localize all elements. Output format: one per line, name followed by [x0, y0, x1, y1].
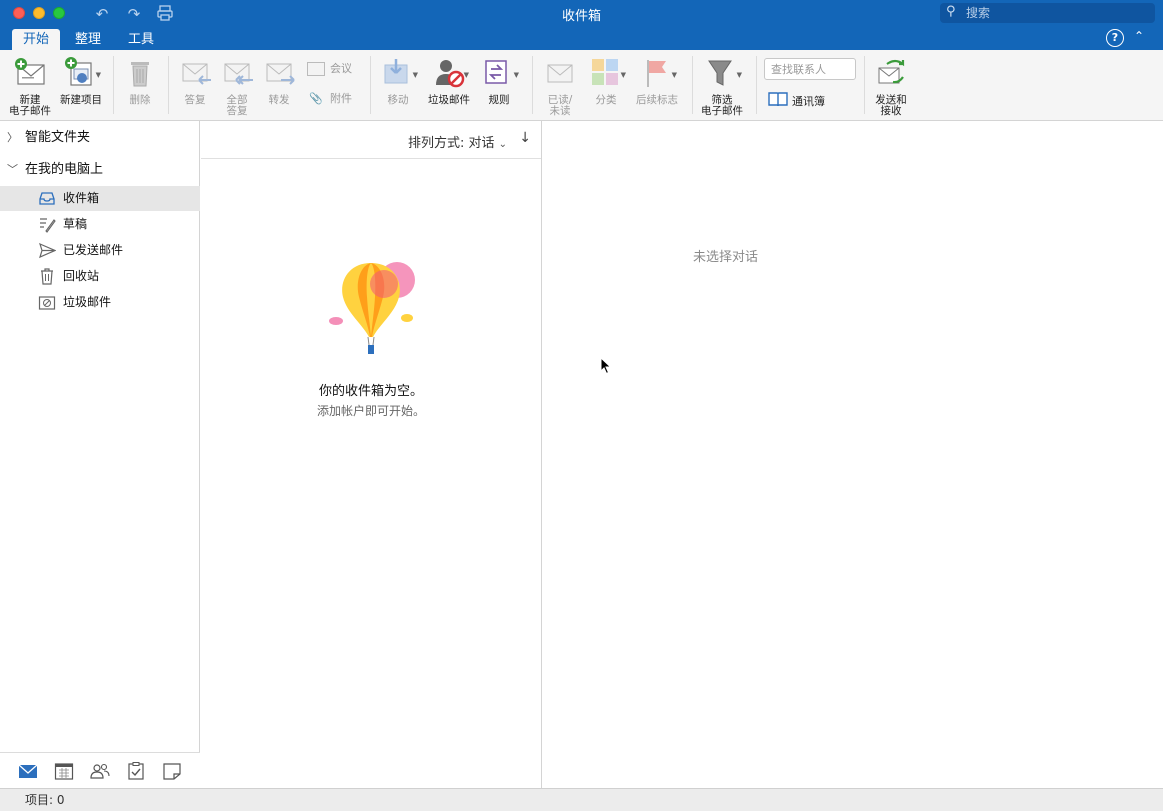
message-list: 排列方式: 对话 ⌄ ↓ 你的收件箱为空。 添加帐户即可开始。	[201, 121, 542, 788]
junk-folder-icon	[38, 294, 56, 311]
no-conversation-selected: 未选择对话	[692, 250, 758, 265]
reply-all-button[interactable]: 全部 答复	[217, 50, 257, 120]
drafts-icon	[38, 216, 56, 233]
categorize-icon: ▼	[588, 55, 626, 91]
paperclip-icon: 📎	[309, 92, 323, 105]
title-bar: ↶ ↷ 收件箱 ⚲	[0, 0, 1163, 27]
meeting-icon	[307, 62, 325, 76]
delete-button[interactable]: 删除	[120, 50, 160, 120]
collapse-ribbon-icon[interactable]: ⌃	[1134, 29, 1144, 43]
forward-icon	[261, 55, 297, 91]
people-icon[interactable]	[90, 762, 110, 780]
send-receive-icon	[873, 55, 909, 91]
chevron-down-icon[interactable]: ﹀	[7, 156, 18, 184]
address-book-icon	[768, 91, 788, 113]
ribbon-separator	[756, 56, 757, 114]
ribbon-separator	[532, 56, 533, 114]
address-book-button[interactable]: 通讯簿	[768, 91, 825, 109]
move-button[interactable]: ▼ 移动	[376, 50, 420, 120]
sort-direction-button[interactable]: ↓	[519, 130, 531, 146]
search-input[interactable]	[966, 5, 1146, 21]
move-icon: ▼	[380, 55, 418, 91]
smart-folders-group[interactable]: 〉 智能文件夹	[0, 124, 200, 152]
calendar-icon[interactable]	[54, 762, 74, 780]
help-icon[interactable]: ?	[1106, 29, 1124, 47]
ribbon-separator	[113, 56, 114, 114]
envelope-icon	[542, 55, 578, 91]
sent-icon	[38, 242, 57, 259]
flag-icon: ▼	[639, 55, 677, 91]
rules-icon: ▼	[481, 55, 519, 91]
ribbon-separator	[370, 56, 371, 114]
attachment-button[interactable]: 📎 附件	[307, 90, 352, 108]
module-switcher	[0, 752, 200, 788]
tab-organize[interactable]: 整理	[64, 29, 112, 50]
empty-inbox-title: 你的收件箱为空。	[318, 384, 423, 399]
item-count: 项目: 0	[25, 793, 65, 807]
find-contact-input[interactable]	[764, 58, 856, 80]
filter-funnel-icon: ▼	[704, 55, 742, 91]
new-email-button[interactable]: 新建 电子邮件	[6, 50, 54, 120]
new-item-icon: ▼	[63, 55, 101, 91]
meeting-button[interactable]: 会议	[307, 60, 352, 78]
reading-pane: 未选择对话	[543, 121, 1163, 788]
folder-sent[interactable]: 已发送邮件	[0, 238, 200, 263]
reply-all-icon	[219, 55, 255, 91]
follow-up-button[interactable]: ▼ 后续标志	[632, 50, 682, 120]
folder-junk[interactable]: 垃圾邮件	[0, 290, 200, 315]
trash-icon	[38, 268, 56, 285]
reply-icon	[177, 55, 213, 91]
ribbon-separator	[864, 56, 865, 114]
search-icon: ⚲	[946, 4, 956, 19]
junk-icon: ▼	[431, 55, 469, 91]
empty-inbox-subtitle: 添加帐户即可开始。	[316, 404, 425, 418]
new-email-icon	[12, 55, 48, 91]
mouse-cursor-icon	[600, 356, 612, 378]
sort-bar: 排列方式: 对话 ⌄ ↓	[201, 121, 541, 159]
categorize-button[interactable]: ▼ 分类	[585, 50, 627, 120]
reply-button[interactable]: 答复	[175, 50, 215, 120]
on-my-computer-group[interactable]: ﹀ 在我的电脑上	[0, 156, 200, 184]
trash-icon	[122, 55, 158, 91]
sort-by-dropdown[interactable]: 排列方式: 对话 ⌄	[408, 132, 507, 151]
ribbon-separator	[168, 56, 169, 114]
hot-air-balloon-illustration	[321, 253, 421, 363]
ribbon-separator	[692, 56, 693, 114]
forward-button[interactable]: 转发	[259, 50, 299, 120]
send-receive-button[interactable]: 发送和 接收	[868, 50, 914, 120]
folder-trash[interactable]: 回收站	[0, 264, 200, 289]
chevron-right-icon[interactable]: 〉	[7, 124, 18, 152]
filter-email-button[interactable]: ▼ 筛选 电子邮件	[698, 50, 746, 120]
folder-pane: 〉 智能文件夹 ﹀ 在我的电脑上 收件箱 草稿 已发送邮件 回收站 垃圾邮件	[0, 121, 200, 788]
mail-icon[interactable]	[18, 762, 38, 780]
junk-button[interactable]: ▼ 垃圾邮件	[424, 50, 474, 120]
search-box[interactable]: ⚲	[940, 3, 1155, 23]
ribbon-tab-bar: 开始 整理 工具 ? ⌃	[0, 27, 1163, 50]
rules-button[interactable]: ▼ 规则	[478, 50, 520, 120]
status-bar: 项目: 0	[0, 788, 1163, 811]
chevron-down-icon: ⌄	[498, 139, 507, 150]
tasks-icon[interactable]	[126, 762, 146, 780]
notes-icon[interactable]	[162, 762, 182, 780]
inbox-icon	[38, 190, 56, 207]
tab-tools[interactable]: 工具	[117, 29, 165, 50]
folder-inbox[interactable]: 收件箱	[0, 186, 200, 211]
folder-drafts[interactable]: 草稿	[0, 212, 200, 237]
read-unread-button[interactable]: 已读/ 未读	[538, 50, 582, 120]
ribbon: 新建 电子邮件 ▼ 新建项目 删除 答复 全部 答复 转发 会议 📎 附件 ▼ …	[0, 50, 1163, 121]
tab-home[interactable]: 开始	[12, 29, 61, 50]
new-item-button[interactable]: ▼ 新建项目	[57, 50, 105, 120]
